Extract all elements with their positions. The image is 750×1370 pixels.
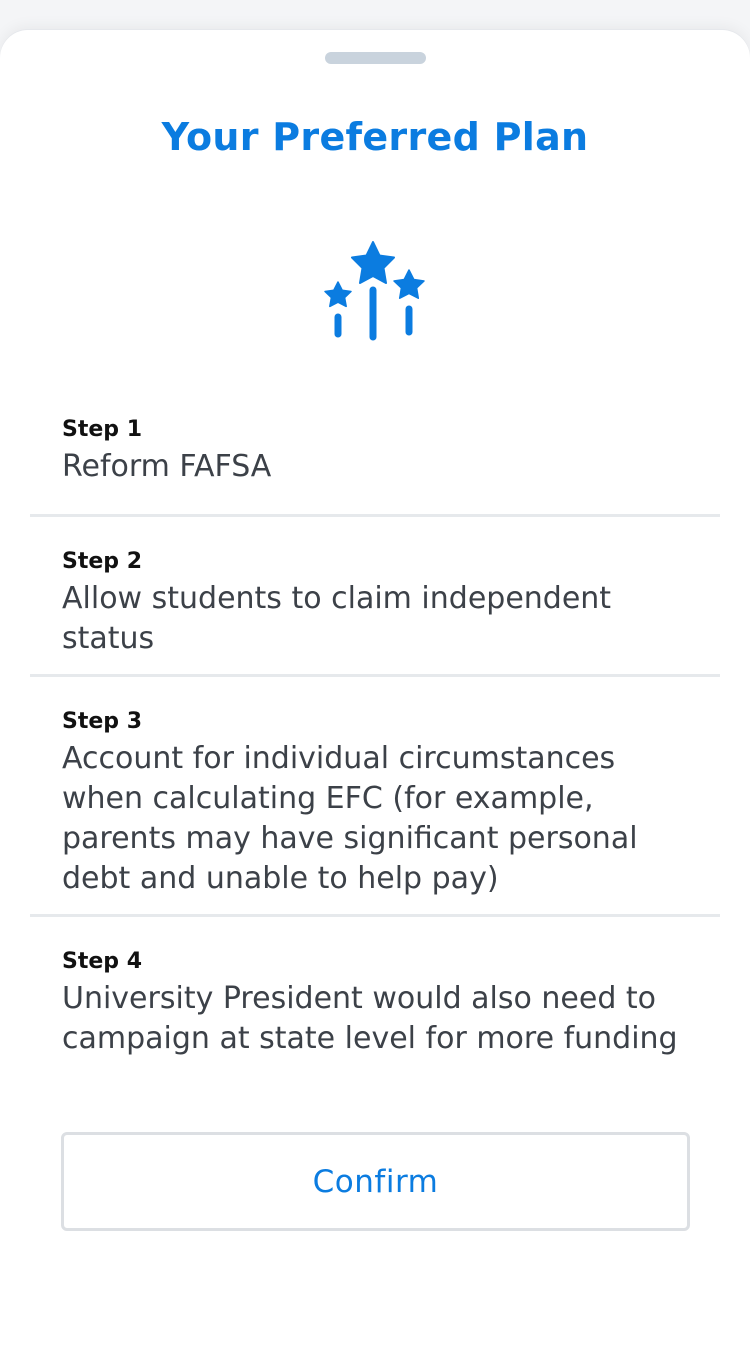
step-label: Step 3 bbox=[62, 709, 142, 734]
confirm-button[interactable]: Confirm bbox=[61, 1132, 690, 1231]
drag-handle[interactable] bbox=[325, 52, 426, 64]
step-label: Step 2 bbox=[62, 549, 142, 574]
step-label: Step 4 bbox=[62, 949, 142, 974]
step-text: Account for individual circumstances whe… bbox=[62, 741, 638, 896]
list-item: Step 4 University President would also n… bbox=[30, 917, 720, 1117]
stars-icon bbox=[323, 238, 429, 344]
page-title: Your Preferred Plan bbox=[161, 115, 589, 159]
plan-steps-list: Step 1 Reform FAFSA Step 2 Allow student… bbox=[30, 385, 720, 1117]
list-item: Step 1 Reform FAFSA bbox=[30, 385, 720, 517]
bottom-sheet: Your Preferred Plan Step 1 Reform FAFSA bbox=[0, 30, 750, 1370]
step-text: Allow students to claim independent stat… bbox=[62, 581, 612, 656]
list-item: Step 3 Account for individual circumstan… bbox=[30, 677, 720, 917]
step-text: Reform FAFSA bbox=[62, 449, 272, 484]
list-item: Step 2 Allow students to claim independe… bbox=[30, 517, 720, 677]
step-text: University President would also need to … bbox=[62, 981, 678, 1056]
step-label: Step 1 bbox=[62, 417, 142, 442]
